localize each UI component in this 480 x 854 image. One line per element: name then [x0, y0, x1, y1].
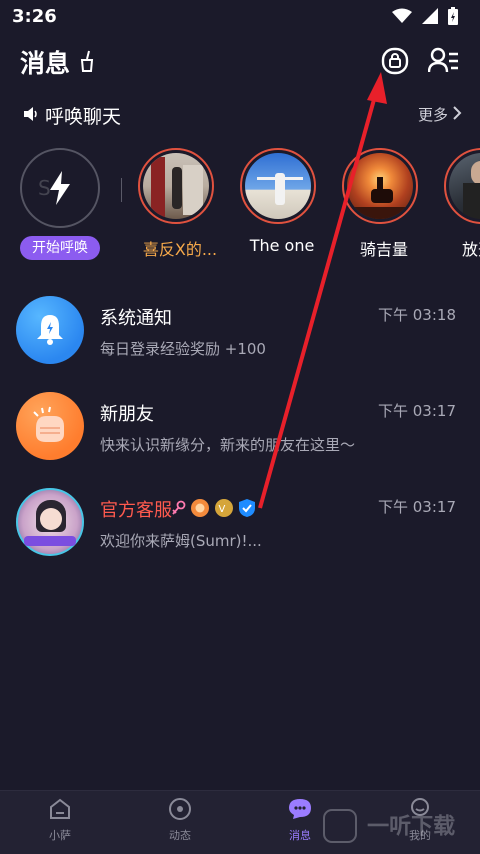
start-call-circle[interactable]: S: [20, 148, 100, 228]
official-support-avatar: [16, 488, 84, 556]
list-item[interactable]: 系统通知 每日登录经验奖励 +100 下午 03:18: [0, 288, 480, 384]
message-preview: 每日登录经验奖励 +100: [100, 340, 266, 358]
story-name: The one: [249, 236, 315, 255]
lightning-icon: [50, 171, 70, 205]
message-time: 下午 03:18: [378, 306, 456, 324]
watermark-text: 一听下载: [367, 814, 456, 840]
story-name: 喜反X的...: [142, 240, 218, 259]
story-photo: [347, 153, 413, 219]
level-badge-icon: [191, 499, 209, 517]
status-icons: [392, 7, 458, 25]
stories-row: S 开始呼唤 喜反X的... The one 骑吉量 放: [0, 148, 480, 266]
more-link[interactable]: 更多: [418, 104, 448, 125]
story-item[interactable]: 喜反X的...: [138, 148, 222, 260]
battery-icon: [448, 7, 458, 25]
speaker-icon: [24, 107, 37, 121]
message-time: 下午 03:17: [378, 498, 456, 516]
message-name: 官方客服: [100, 500, 172, 521]
story-item[interactable]: 放开我: [444, 148, 480, 260]
lock-icon: [381, 47, 409, 75]
bell-icon: [37, 315, 63, 345]
message-preview: 快来认识新缘分，新来的朋友在这里～: [100, 436, 356, 454]
official-badges: V: [172, 498, 256, 518]
female-icon: [172, 500, 186, 515]
story-item[interactable]: The one: [240, 148, 324, 255]
story-name: 骑吉量: [359, 240, 408, 259]
svg-text:V: V: [219, 504, 226, 515]
message-preview: 欢迎你来萨姆(Sumr)!...: [100, 532, 262, 550]
list-item[interactable]: 官方客服 V 欢迎你来萨姆(Sumr)!... 下午 03:17: [0, 480, 480, 576]
story-item[interactable]: 骑吉量: [342, 148, 426, 260]
watermark: 一听下载: [322, 808, 480, 848]
section-label: 呼唤聊天: [45, 106, 122, 128]
new-friend-avatar: [16, 392, 84, 460]
lock-chat-button[interactable]: [380, 46, 410, 76]
status-time: 3:26: [12, 6, 57, 27]
broom-icon[interactable]: [78, 50, 96, 72]
call-chat-section-header: 呼唤聊天 更多: [0, 100, 480, 130]
contacts-icon: [427, 47, 458, 73]
start-call-button[interactable]: 开始呼唤: [20, 236, 100, 260]
home-icon: [50, 798, 70, 819]
header: 消息: [0, 40, 480, 86]
vip-badge-icon: V: [215, 499, 233, 517]
story-photo: [449, 153, 480, 219]
message-name: 系统通知: [100, 308, 172, 329]
system-notice-avatar: [16, 296, 84, 364]
list-item[interactable]: 新朋友 快来认识新缘分，新来的朋友在这里～ 下午 03:17: [0, 384, 480, 480]
message-list: 系统通知 每日登录经验奖励 +100 下午 03:18 新朋友 快来认识新缘分，…: [0, 288, 480, 576]
signal-icon: [422, 8, 438, 24]
chevron-right-icon[interactable]: [452, 106, 462, 120]
hands-icon: [33, 406, 64, 442]
message-time: 下午 03:17: [378, 402, 456, 420]
tab-label: 小萨: [49, 829, 71, 842]
tab-home[interactable]: 小萨: [20, 797, 100, 843]
message-name: 新朋友: [100, 404, 154, 425]
tab-label: 动态: [169, 829, 191, 842]
status-bar: 3:26: [0, 0, 480, 34]
story-name: 放开我: [461, 240, 480, 259]
wifi-icon: [392, 8, 412, 23]
story-photo: [245, 153, 311, 219]
contacts-button[interactable]: [427, 46, 458, 76]
tab-moments[interactable]: 动态: [140, 797, 220, 843]
compass-icon: [169, 798, 191, 820]
message-bubble-icon: [289, 799, 311, 819]
verified-shield-icon: [239, 499, 255, 517]
story-photo: [143, 153, 209, 219]
watermark-logo-icon: [323, 809, 357, 843]
page-title: 消息: [20, 49, 71, 78]
stories-divider: [121, 178, 122, 202]
